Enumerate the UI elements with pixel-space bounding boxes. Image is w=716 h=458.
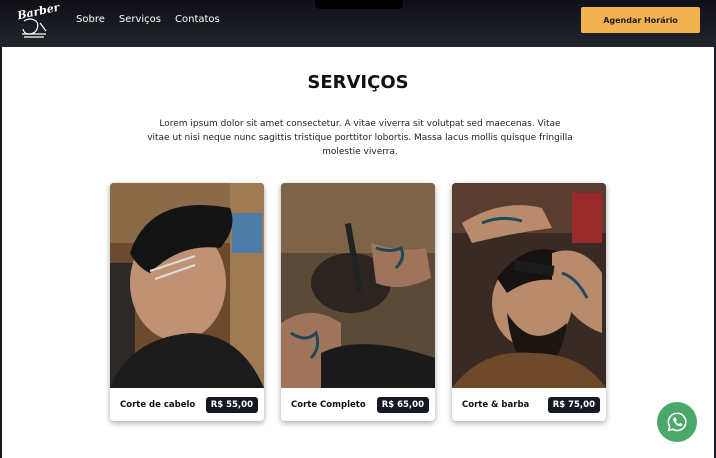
schedule-button[interactable]: Agendar Horário: [581, 7, 700, 33]
whatsapp-icon: [667, 412, 687, 432]
services-section: SERVIÇOS Lorem ipsum dolor sit amet cons…: [2, 47, 714, 458]
nav-link-sobre[interactable]: Sobre: [76, 14, 105, 25]
service-price: R$ 65,00: [376, 397, 429, 413]
section-description: Lorem ipsum dolor sit amet consectetur. …: [147, 119, 573, 157]
nav-link-servicos[interactable]: Serviços: [119, 14, 161, 25]
service-card-corte-de-cabelo[interactable]: Corte de cabelo R$ 55,00: [110, 183, 264, 421]
barber-logo-icon: [22, 18, 47, 38]
beard-cut-photo: [452, 183, 606, 388]
whatsapp-button[interactable]: [657, 402, 697, 442]
service-name: Corte & barba: [462, 400, 530, 410]
service-price: R$ 55,00: [205, 397, 258, 413]
service-price: R$ 75,00: [547, 397, 600, 413]
section-title: SERVIÇOS: [307, 72, 409, 93]
main-nav: Sobre Serviços Contatos: [76, 14, 220, 25]
top-navbar: Barber Sobre Serviços Contatos Agendar H…: [0, 0, 716, 47]
full-cut-photo: [281, 183, 435, 388]
service-card-corte-completo[interactable]: Corte Completo R$ 65,00: [281, 183, 435, 421]
camera-notch: [315, 0, 403, 9]
service-card-corte-e-barba[interactable]: Corte & barba R$ 75,00: [452, 183, 606, 421]
barber-logo[interactable]: Barber: [14, 1, 61, 41]
nav-link-contatos[interactable]: Contatos: [175, 14, 220, 25]
service-name: Corte de cabelo: [120, 400, 196, 410]
haircut-photo: [110, 183, 264, 388]
service-name: Corte Completo: [291, 400, 366, 410]
